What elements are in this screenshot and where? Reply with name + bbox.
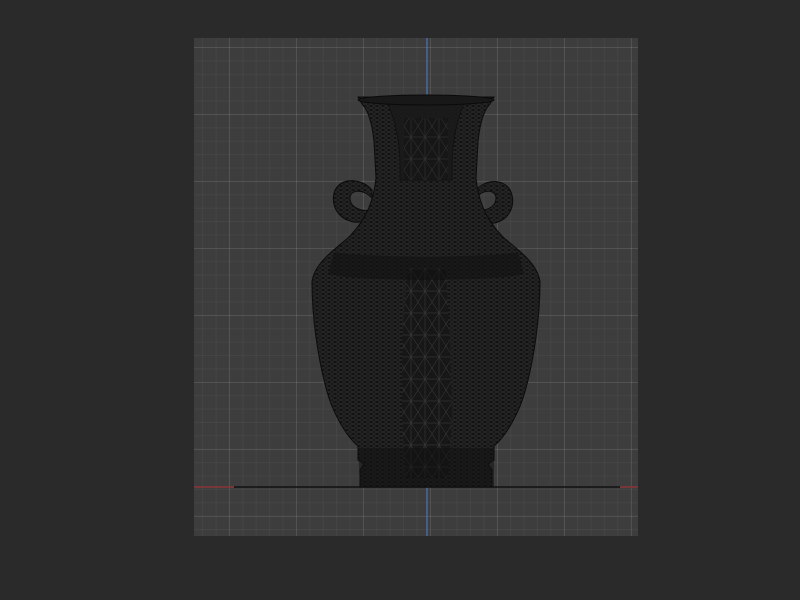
- vase-mesh[interactable]: [311, 94, 541, 488]
- vase-foot-band: [358, 448, 494, 487]
- vase-neck-mesh: [404, 118, 448, 180]
- viewport-canvas[interactable]: [194, 38, 638, 536]
- vase-center-band: [402, 268, 452, 478]
- viewport-3d[interactable]: [194, 38, 638, 536]
- vase-rim[interactable]: [357, 94, 495, 106]
- app-window: [0, 0, 800, 600]
